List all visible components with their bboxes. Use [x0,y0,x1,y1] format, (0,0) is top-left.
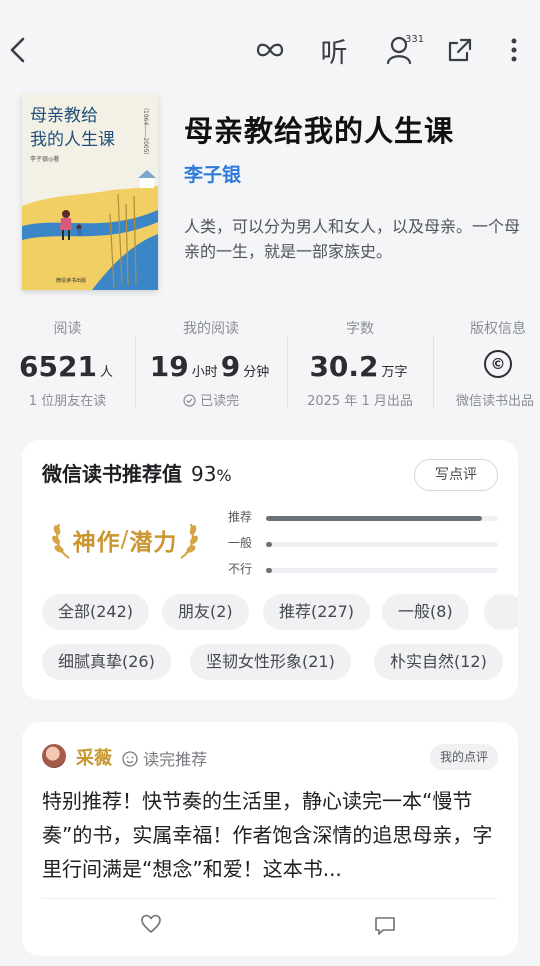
stat-reading[interactable]: 阅读 6521 人 1 位朋友在读 [0,318,135,409]
comment-button[interactable] [374,916,396,940]
stat-value: 19 小时 9 分钟 [136,350,286,384]
check-circle-icon [183,394,196,407]
cover-title: 母亲教给 我的人生课 [30,104,115,152]
review-tag: 读完推荐 [122,746,207,770]
chip-recommend[interactable]: 推荐(227) [263,594,371,630]
friends-count: 331 [405,34,425,45]
filter-chips: 全部(242) 朋友(2) 推荐(227) 一般(8) 细腻真挚(26) 坚韧女… [22,594,518,684]
heart-icon [141,914,161,933]
bar-fill [266,568,272,573]
laurel-left-icon [51,523,70,559]
share-icon [448,38,472,62]
bar-track [266,542,498,547]
stat-my-reading[interactable]: 我的阅读 19 小时 9 分钟 已读完 [136,318,286,409]
chevron-left-icon [10,37,25,63]
rating-percent: % [216,466,232,485]
cover-title-line2: 我的人生课 [30,130,115,150]
bar-bad: 不行 [228,560,498,580]
laurel-right-icon [180,523,199,559]
reading-minutes: 9 [220,350,241,383]
stat-sub: 已读完 [136,390,286,409]
bar-label: 不行 [228,562,253,576]
book-cover[interactable]: 母亲教给 我的人生课 李子银◎著 （1964——2005） 微信读书出版 [22,94,158,290]
chip-average[interactable]: 一般(8) [382,594,469,630]
stat-label: 字数 [346,321,374,337]
stat-value: © [434,350,540,384]
share-button[interactable] [442,32,478,68]
top-bar: 听 331 [0,0,540,100]
cover-publisher: 微信读书出版 [56,278,87,284]
bar-fill [266,542,272,547]
badge-slash: / [120,527,130,553]
word-unit: 万字 [381,365,408,380]
book-title: 母亲教给我的人生课 [184,114,455,148]
chip-tag[interactable]: 朴实自然(12) [374,644,503,680]
stat-sub: 2025 年 1 月出品 [307,394,413,409]
smile-icon [122,751,138,767]
back-button[interactable] [0,32,36,68]
reading-hours: 19 [149,350,189,383]
stat-label: 我的阅读 [183,321,239,337]
cover-years: （1964——2005） [142,104,149,159]
stat-words[interactable]: 字数 30.2 万字 2025 年 1 月出品 [288,318,432,409]
stat-value: 30.2 万字 [288,350,432,384]
reading-count: 6521 [19,350,97,383]
copyright-icon: © [484,350,512,378]
badge-left: 神作 [72,530,121,556]
bar-label: 一般 [228,536,253,550]
like-button[interactable] [140,914,162,938]
bar-track [266,568,498,573]
my-review-badge: 我的点评 [429,744,498,770]
book-author-link[interactable]: 李子银 [184,160,241,187]
bar-fill [266,516,482,521]
avatar[interactable] [42,744,66,768]
infinite-card-button[interactable] [252,32,288,68]
cover-title-line1: 母亲教给 [30,106,98,126]
listen-button[interactable]: 听 [316,32,352,69]
rating-value: 93 [190,462,217,486]
cover-author: 李子银◎著 [30,156,60,163]
bar-recommend: 推荐 [228,508,498,528]
chip-tag[interactable]: 细腻真挚(26) [42,644,171,680]
review-card[interactable]: 采薇 读完推荐 我的点评 特别推荐！快节奏的生活里，静心读完一本“慢节奏”的书，… [22,722,518,956]
review-tag-text: 读完推荐 [143,750,208,769]
stat-label: 版权信息 [470,321,526,337]
friends-button[interactable]: 331 [378,32,425,68]
stat-value: 6521 人 [0,350,135,384]
rating-title-text: 微信读书推荐值 [42,462,182,486]
rating-card: 微信读书推荐值 93% 写点评 神作 / 潜力 推荐 一般 不行 全部(242) 朋… [22,440,518,700]
badge-right: 潜力 [129,530,178,556]
comment-icon [375,917,395,935]
minutes-unit: 分钟 [243,365,270,380]
write-review-button[interactable]: 写点评 [414,459,498,491]
chip-all[interactable]: 全部(242) [42,594,150,630]
hours-unit: 小时 [191,365,218,380]
bar-track [266,516,498,521]
more-vertical-icon [511,38,517,62]
chip-more[interactable] [484,594,518,630]
divider [42,898,498,899]
chip-tag[interactable]: 坚韧女性形象(21) [190,644,351,680]
more-button[interactable] [496,32,532,68]
stat-sub: 微信读书出品 [456,394,535,409]
rating-badge: 神作 / 潜力 [40,518,210,562]
stat-sub: 1 位朋友在读 [28,394,107,409]
rating-title: 微信读书推荐值 93% [42,458,232,487]
chip-friends[interactable]: 朋友(2) [162,594,249,630]
finished-label: 已读完 [200,394,240,409]
bar-label: 推荐 [228,510,253,524]
word-count: 30.2 [309,350,379,383]
reading-unit: 人 [99,365,113,380]
stat-copyright[interactable]: 版权信息 © 微信读书出品 [434,318,540,409]
reviewer-name[interactable]: 采薇 [76,744,112,770]
bar-average: 一般 [228,534,498,554]
infinity-icon [256,43,284,57]
stat-label: 阅读 [53,321,82,337]
review-text[interactable]: 特别推荐！快节奏的生活里，静心读完一本“慢节奏”的书，实属幸福！作者饱含深情的追… [42,784,502,886]
book-intro[interactable]: 人类，可以分为男人和女人，以及母亲。一个母亲的一生，就是一部家族史。 [184,214,524,264]
listen-label: 听 [320,37,348,69]
